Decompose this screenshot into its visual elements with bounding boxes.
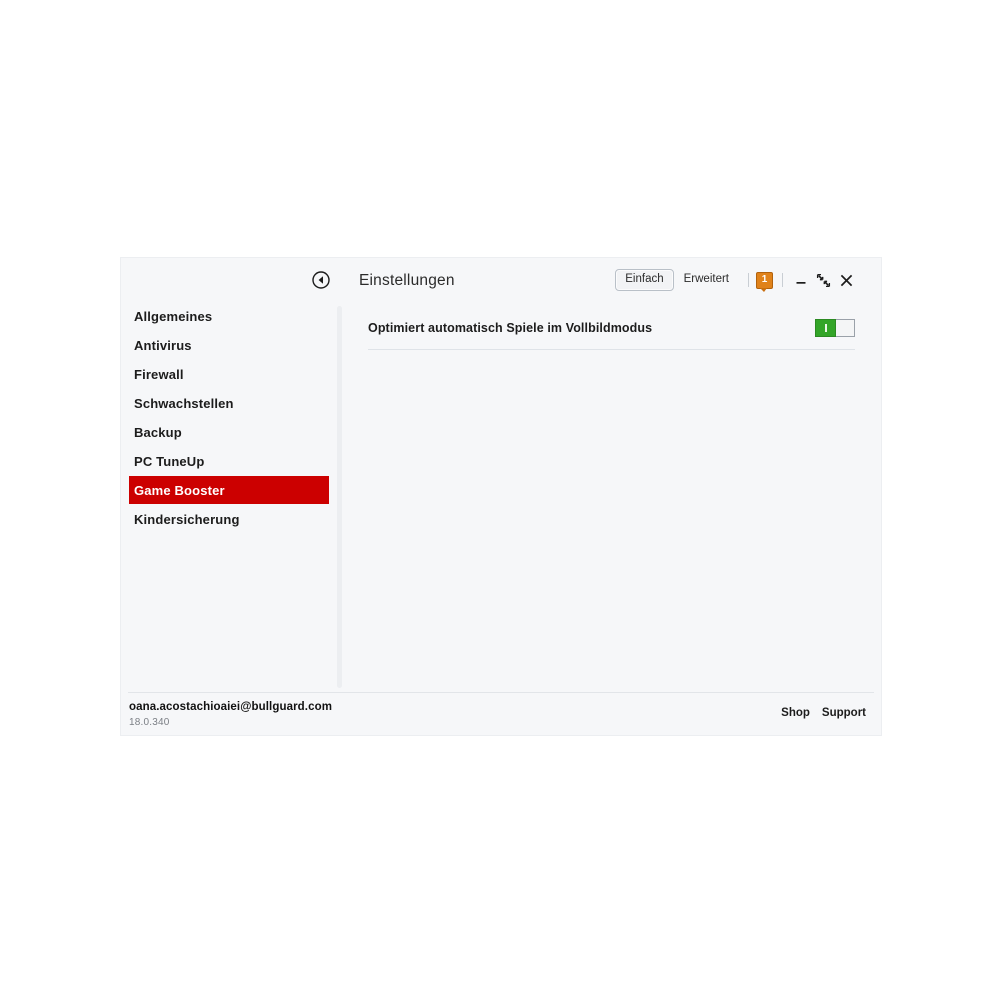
toggle-on-segment xyxy=(815,319,836,337)
sidebar-item-kindersicherung[interactable]: Kindersicherung xyxy=(129,505,329,533)
window-footer: oana.acostachioaiei@bullguard.com 18.0.3… xyxy=(121,693,881,735)
settings-sidebar: Allgemeines Antivirus Firewall Schwachst… xyxy=(121,301,338,691)
sidebar-item-label: Antivirus xyxy=(134,337,192,353)
fullscreen-optimize-toggle[interactable] xyxy=(815,319,855,337)
sidebar-item-firewall[interactable]: Firewall xyxy=(129,360,329,388)
bullguard-settings-window: Einstellungen Einfach Erweitert 1 Allgem… xyxy=(121,258,881,735)
back-arrow-circle-icon[interactable] xyxy=(311,270,331,290)
sidebar-item-label: PC TuneUp xyxy=(134,453,205,469)
sidebar-item-backup[interactable]: Backup xyxy=(129,418,329,446)
setting-label: Optimiert automatisch Spiele im Vollbild… xyxy=(368,321,653,335)
sidebar-item-label: Allgemeines xyxy=(134,308,213,324)
sidebar-item-antivirus[interactable]: Antivirus xyxy=(129,331,329,359)
footer-links: Shop Support xyxy=(781,707,866,719)
version-label: 18.0.340 xyxy=(129,717,170,728)
sidebar-item-label: Kindersicherung xyxy=(134,511,240,527)
sidebar-item-label: Backup xyxy=(134,424,182,440)
mode-button-einfach[interactable]: Einfach xyxy=(615,269,674,291)
support-link[interactable]: Support xyxy=(822,707,866,719)
mode-switcher: Einfach Erweitert 1 xyxy=(615,269,855,292)
toggle-on-mark-icon xyxy=(824,324,827,332)
close-icon[interactable] xyxy=(837,271,855,289)
restore-icon[interactable] xyxy=(814,271,832,289)
settings-content-pane: Optimiert automatisch Spiele im Vollbild… xyxy=(343,301,881,691)
sidebar-item-label: Game Booster xyxy=(134,482,225,498)
sidebar-scrollbar[interactable] xyxy=(337,306,342,688)
notification-badge[interactable]: 1 xyxy=(756,271,773,292)
mode-button-erweitert[interactable]: Erweitert xyxy=(674,269,739,291)
sidebar-item-schwachstellen[interactable]: Schwachstellen xyxy=(129,389,329,417)
sidebar-item-pc-tuneup[interactable]: PC TuneUp xyxy=(129,447,329,475)
shop-link[interactable]: Shop xyxy=(781,707,810,719)
sidebar-item-allgemeines[interactable]: Allgemeines xyxy=(129,302,329,330)
setting-row-divider xyxy=(368,349,855,350)
sidebar-item-label: Schwachstellen xyxy=(134,395,234,411)
titlebar-separator-2 xyxy=(782,273,783,287)
setting-row-fullscreen-optimize: Optimiert automatisch Spiele im Vollbild… xyxy=(368,311,855,345)
account-email: oana.acostachioaiei@bullguard.com xyxy=(129,701,333,713)
window-titlebar: Einstellungen Einfach Erweitert 1 xyxy=(121,258,881,301)
sidebar-item-game-booster[interactable]: Game Booster xyxy=(129,476,329,504)
toggle-knob xyxy=(836,319,855,337)
sidebar-item-label: Firewall xyxy=(134,366,184,382)
minimize-icon[interactable] xyxy=(792,271,810,289)
page-title: Einstellungen xyxy=(359,272,455,289)
titlebar-separator xyxy=(748,273,749,287)
